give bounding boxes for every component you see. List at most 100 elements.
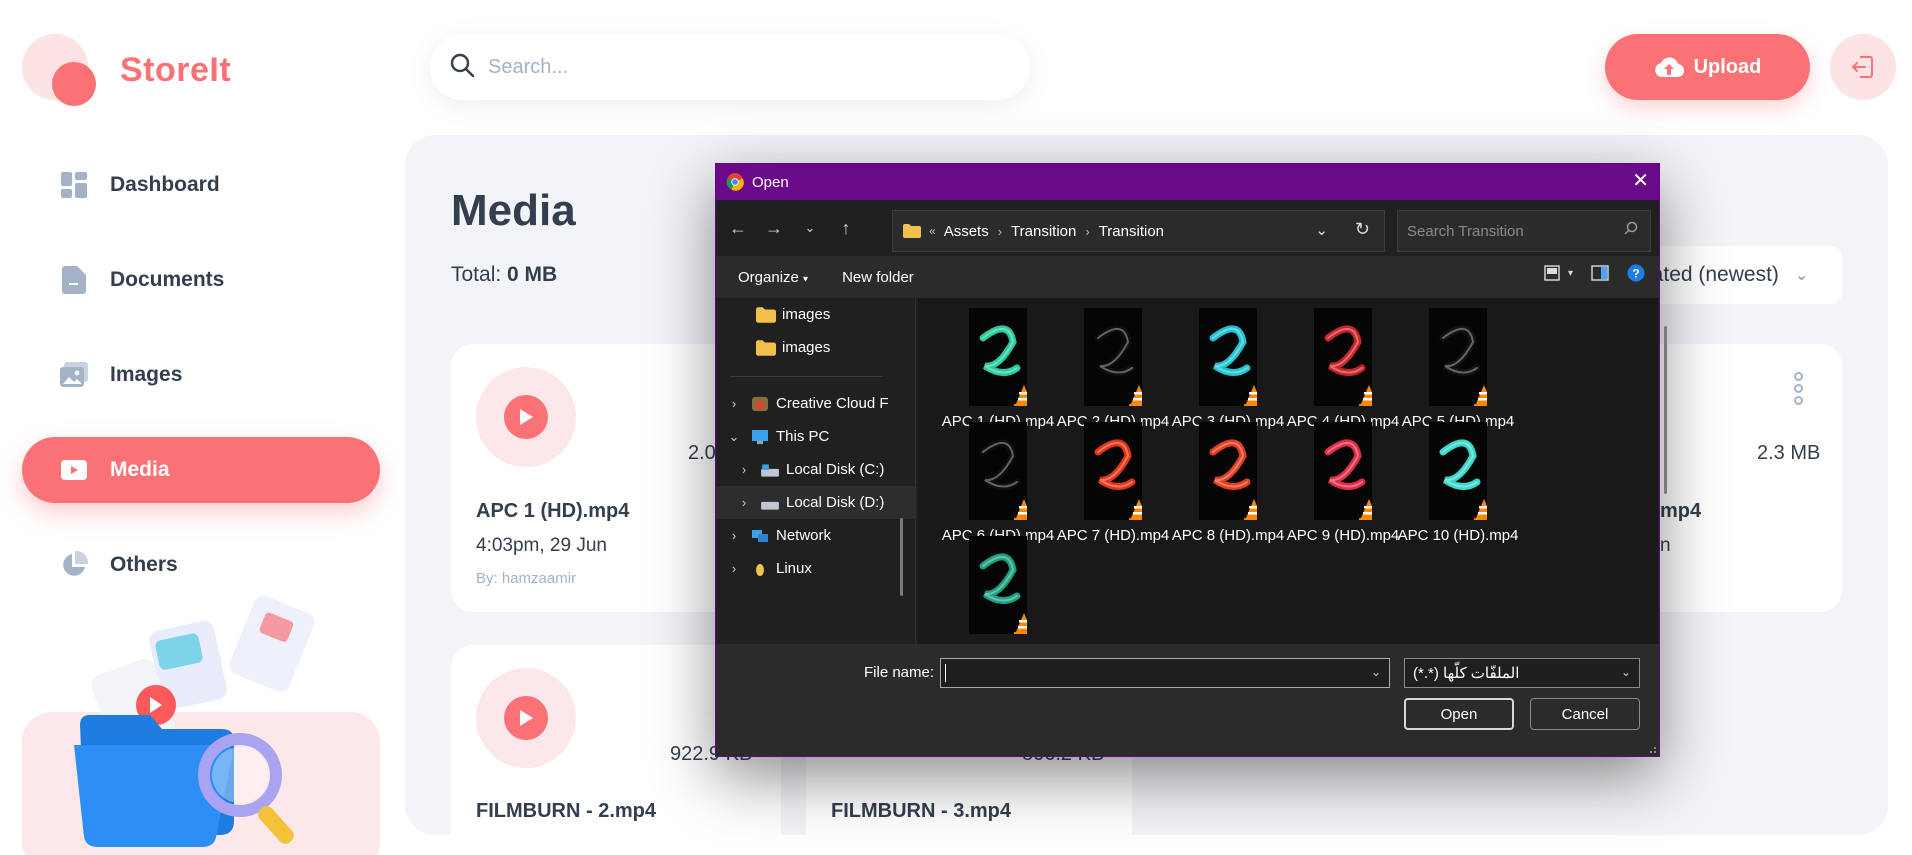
drive-icon (761, 463, 779, 477)
file-tile[interactable]: APC 4 (HD).mp4 (1278, 308, 1408, 431)
chevron-right-icon[interactable]: › (734, 462, 754, 477)
vlc-icon (1014, 499, 1027, 520)
dialog-navbar: ← → ⌄ ↑ « Assets › Transition › Transiti… (716, 200, 1659, 256)
folder-icon (903, 224, 921, 238)
back-arrow-icon[interactable]: ← (720, 210, 756, 246)
breadcrumb-transition-current[interactable]: Transition (1099, 223, 1164, 240)
media-icon (60, 456, 88, 484)
cancel-button[interactable]: Cancel (1530, 698, 1640, 730)
app-logo[interactable]: StoreIt (22, 30, 231, 110)
vlc-icon (1359, 385, 1372, 406)
file-grid-scrollbar[interactable] (1664, 326, 1667, 494)
address-bar[interactable]: « Assets › Transition › Transition ⌄ ↻ (892, 210, 1385, 252)
file-name-label: File name: (864, 664, 935, 681)
logout-icon (1851, 56, 1873, 78)
file-name: APC 1 (HD).mp4 (476, 500, 630, 522)
sidebar-item-media[interactable]: Media (22, 437, 380, 503)
refresh-icon[interactable]: ↻ (1355, 219, 1370, 240)
file-tile[interactable]: APC 2 (HD).mp4 (1048, 308, 1178, 431)
sidebar-item-documents[interactable]: Documents (22, 247, 380, 313)
more-options-icon[interactable] (1792, 372, 1804, 408)
sidebar-item-dashboard[interactable]: Dashboard (22, 152, 380, 218)
tree-item-images[interactable]: images (716, 331, 915, 364)
up-arrow-icon[interactable]: ↑ (828, 210, 864, 246)
file-tile[interactable]: APC 8 (HD).mp4 (1163, 422, 1293, 545)
chevron-right-icon[interactable]: › (724, 528, 744, 543)
sidebar-item-others[interactable]: Others (22, 532, 380, 598)
new-folder-button[interactable]: New folder (842, 269, 914, 286)
file-tile-label: APC 8 (HD).mp4 (1171, 527, 1285, 544)
app-name: StoreIt (120, 50, 232, 89)
resize-grip-icon[interactable] (1647, 744, 1657, 754)
upload-label: Upload (1693, 55, 1762, 78)
file-thumbnail (476, 367, 576, 467)
file-tile[interactable]: APC 9 (HD).mp4 (1278, 422, 1408, 545)
file-tile[interactable]: APC 3 (HD).mp4 (1163, 308, 1293, 431)
vlc-icon (1474, 499, 1487, 520)
tree-item-this-pc[interactable]: ⌄ This PC (716, 420, 915, 453)
preview-pane-icon[interactable] (1591, 265, 1609, 281)
tree-item-creative-cloud[interactable]: › Creative Cloud F (716, 387, 915, 420)
file-tile[interactable]: APC 7 (HD).mp4 (1048, 422, 1178, 545)
video-thumbnail (1429, 422, 1487, 520)
view-options-icon[interactable]: ▾ (1544, 265, 1573, 281)
page-title: Media (451, 186, 576, 235)
forward-arrow-icon[interactable]: → (756, 210, 792, 246)
others-icon (60, 551, 88, 579)
dialog-search[interactable]: Search Transition (1397, 210, 1651, 252)
drive-icon (761, 501, 779, 510)
dialog-titlebar[interactable]: Open ✕ (716, 164, 1659, 200)
tree-divider (730, 376, 883, 377)
logout-button[interactable] (1830, 34, 1896, 100)
dialog-search-placeholder: Search Transition (1407, 222, 1524, 240)
upload-button[interactable]: Upload (1605, 34, 1810, 100)
file-tile-label: APC 9 (HD).mp4 (1286, 527, 1400, 544)
chevron-down-icon: ⌄ (1794, 267, 1809, 284)
computer-icon (752, 429, 768, 444)
tree-item-linux[interactable]: › Linux (716, 552, 915, 585)
sidebar-item-label: Media (110, 458, 170, 481)
chevron-down-icon: ⌄ (1620, 665, 1631, 679)
total-value: 0 MB (507, 263, 558, 286)
organize-menu[interactable]: Organize ▾ (738, 269, 808, 286)
file-tile-label: APC 7 (HD).mp4 (1056, 527, 1170, 544)
chevron-down-icon[interactable]: ⌄ (1371, 665, 1381, 679)
close-icon[interactable]: ✕ (1632, 170, 1649, 192)
vlc-icon (1014, 385, 1027, 406)
chevron-down-icon[interactable]: ⌄ (1315, 221, 1328, 239)
breadcrumb-assets[interactable]: Assets (944, 223, 989, 240)
files-illustration (70, 595, 330, 855)
chevron-down-icon[interactable]: ⌄ (724, 429, 744, 445)
breadcrumb-transition[interactable]: Transition (1011, 223, 1076, 240)
recent-chevron-icon[interactable]: ⌄ (792, 210, 828, 246)
chevron-right-icon[interactable]: › (724, 561, 744, 576)
sidebar-item-label: Images (110, 363, 183, 386)
chevron-right-icon[interactable]: › (724, 396, 744, 411)
file-name-input[interactable]: ⌄ (940, 658, 1390, 688)
file-tile[interactable]: APC 1 (HD).mp4 (933, 308, 1063, 431)
open-button[interactable]: Open (1404, 698, 1514, 730)
svg-text:?: ? (1632, 267, 1639, 281)
video-thumbnail (1314, 308, 1372, 406)
search-bar[interactable] (430, 34, 1030, 100)
file-tile-label: APC 10 (HD).mp4 (1397, 527, 1519, 544)
file-tile[interactable]: APC 6 (HD).mp4 (933, 422, 1063, 545)
creative-cloud-icon (752, 396, 768, 411)
cloud-upload-icon (1654, 57, 1684, 78)
search-input[interactable] (488, 55, 968, 79)
tree-scrollbar[interactable] (900, 518, 903, 596)
file-tile[interactable] (933, 536, 1063, 640)
file-type-select[interactable]: الملفّات كلّها (*.*) ⌄ (1404, 658, 1640, 688)
video-thumbnail (1084, 308, 1142, 406)
sidebar-item-images[interactable]: Images (22, 342, 380, 408)
file-size: 2.3 MB (1757, 442, 1821, 464)
file-tile[interactable]: APC 10 (HD).mp4 (1393, 422, 1523, 545)
help-icon[interactable]: ? (1627, 264, 1645, 282)
tree-item-local-disk-d[interactable]: › Local Disk (D:) (716, 486, 915, 519)
tree-item-network[interactable]: › Network (716, 519, 915, 552)
file-owner: By: hamzaamir (476, 570, 577, 587)
tree-item-images[interactable]: images (716, 298, 915, 331)
file-tile[interactable]: APC 5 (HD).mp4 (1393, 308, 1523, 431)
chevron-right-icon[interactable]: › (734, 495, 754, 510)
tree-item-local-disk-c[interactable]: › Local Disk (C:) (716, 453, 915, 486)
